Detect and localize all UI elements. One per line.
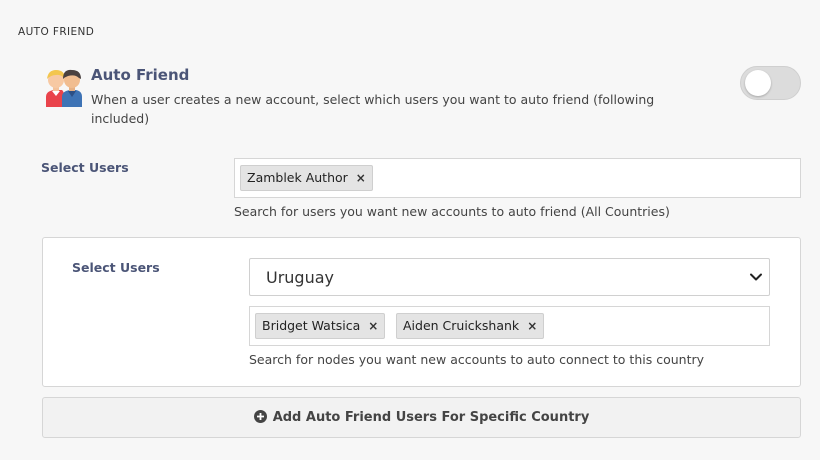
auto-friend-title: Auto Friend <box>91 66 190 84</box>
tag-label: Bridget Watsica <box>262 318 361 333</box>
selected-user-tag: Zamblek Author × <box>240 165 373 191</box>
add-country-button-content: Add Auto Friend Users For Specific Count… <box>43 410 800 425</box>
close-x-icon[interactable]: × <box>368 314 378 338</box>
add-country-button-label: Add Auto Friend Users For Specific Count… <box>272 410 590 425</box>
section-title: AUTO FRIEND <box>18 26 95 38</box>
tag-label: Zamblek Author <box>247 170 348 185</box>
global-users-input[interactable]: Zamblek Author × <box>234 158 801 198</box>
people-icon <box>46 69 82 107</box>
country-select[interactable]: Uruguay <box>249 258 770 296</box>
selected-user-tag: Aiden Cruickshank × <box>396 313 545 339</box>
auto-friend-description: When a user creates a new account, selec… <box>91 92 655 126</box>
chevron-down-icon <box>750 273 762 281</box>
plus-circle-icon <box>253 410 267 423</box>
country-select-value: Uruguay <box>266 268 334 287</box>
selected-user-tag: Bridget Watsica × <box>255 313 386 339</box>
country-select-users-label: Select Users <box>72 260 160 275</box>
tag-label: Aiden Cruickshank <box>403 318 520 333</box>
auto-friend-header: Auto Friend When a user creates a new ac… <box>42 64 802 134</box>
toggle-knob <box>745 70 771 96</box>
country-users-input[interactable]: Bridget Watsica × Aiden Cruickshank × <box>249 306 770 346</box>
auto-friend-toggle[interactable] <box>740 66 801 100</box>
global-users-help: Search for users you want new accounts t… <box>234 204 670 219</box>
close-x-icon[interactable]: × <box>356 166 366 190</box>
select-users-label: Select Users <box>41 160 129 175</box>
add-country-button[interactable]: Add Auto Friend Users For Specific Count… <box>42 397 801 438</box>
close-x-icon[interactable]: × <box>527 314 537 338</box>
country-users-help: Search for nodes you want new accounts t… <box>249 352 705 367</box>
